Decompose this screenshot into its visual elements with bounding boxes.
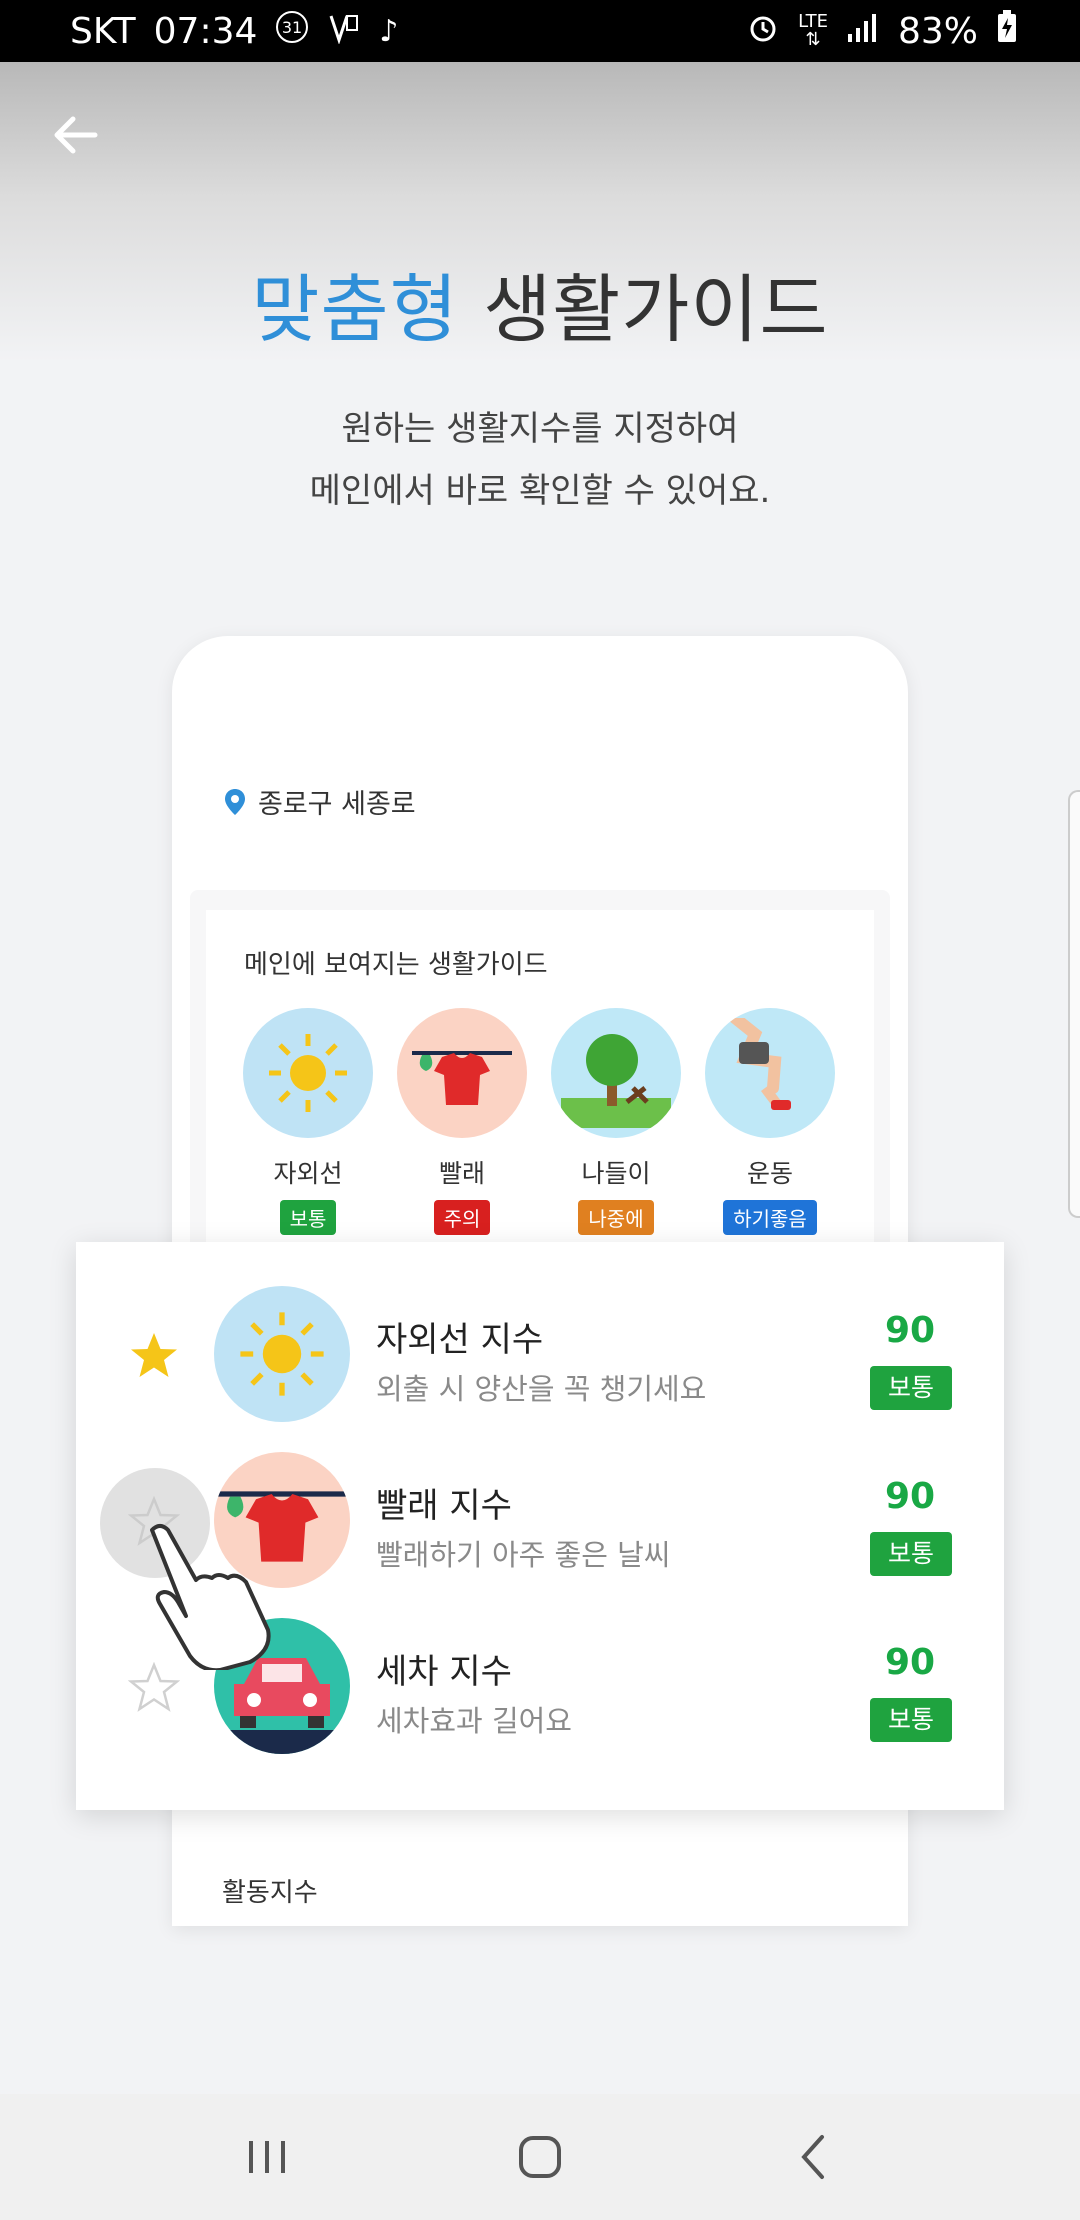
recent-apps-button[interactable] — [227, 2117, 307, 2197]
guide-item-label: 자외선 — [273, 1159, 343, 1188]
battery-charging-icon — [996, 10, 1018, 52]
system-navigation-bar — [0, 2094, 1080, 2220]
home-button[interactable] — [500, 2117, 580, 2197]
title-rest: 생활가이드 — [483, 267, 829, 353]
page-subtitle: 원하는 생활지수를 지정하여 메인에서 바로 확인할 수 있어요. — [0, 398, 1080, 522]
chevron-left-icon — [801, 2135, 825, 2179]
location-label: 종로구 세종로 — [258, 789, 416, 820]
activity-section-label: 활동지수 — [222, 1878, 318, 1908]
guide-panel-title: 메인에 보여지는 생활가이드 — [244, 950, 548, 980]
carrier-label: SKT — [70, 10, 136, 52]
list-item-title: 자외선 지수 — [376, 1320, 544, 1360]
status-badge: 보통 — [870, 1366, 952, 1410]
list-item-description: 외출 시 양산을 꼭 챙기세요 — [376, 1372, 707, 1406]
recent-apps-icon — [248, 2141, 285, 2173]
page-title: 맞춤형 생활가이드 — [0, 250, 1080, 357]
hand-pointer-icon — [150, 1524, 271, 1670]
location-pin-icon — [225, 788, 245, 815]
status-badge: 하기좋음 — [723, 1200, 817, 1235]
alarm-icon — [746, 10, 780, 52]
guide-item-label: 운동 — [746, 1159, 793, 1188]
list-item-description: 빨래하기 아주 좋은 날씨 — [376, 1538, 671, 1572]
list-item-title: 빨래 지수 — [376, 1486, 512, 1526]
index-score: 90 — [884, 1642, 936, 1683]
edge-panel-handle[interactable] — [1068, 790, 1080, 1218]
sun-icon — [243, 1008, 373, 1138]
status-badge: 보통 — [870, 1698, 952, 1742]
index-score: 90 — [884, 1476, 936, 1517]
status-badge: 나중에 — [578, 1200, 654, 1235]
location-row: 종로구 세종로 — [224, 782, 416, 821]
list-item-uv[interactable]: 자외선 지수 외출 시 양산을 꼭 챙기세요 90 보통 — [76, 1272, 1004, 1438]
index-score: 90 — [884, 1310, 936, 1351]
status-badge: 보통 — [279, 1200, 337, 1235]
guide-item-uv[interactable]: 자외선 보통 — [238, 1008, 378, 1235]
calendar-icon: 31 — [275, 10, 309, 52]
list-item-description: 세차효과 길어요 — [376, 1704, 572, 1738]
guide-item-exercise[interactable]: 운동 하기좋음 — [700, 1008, 840, 1235]
status-bar: SKT 07:34 31 ♪ LTE ⇅ 83% — [0, 0, 1080, 62]
running-icon — [705, 1008, 835, 1138]
subtitle-line-1: 원하는 생활지수를 지정하여 — [341, 409, 739, 449]
clock: 07:34 — [153, 10, 258, 52]
notification-icon — [327, 10, 361, 52]
svg-text:31: 31 — [282, 18, 302, 37]
guide-item-label: 빨래 — [438, 1159, 485, 1188]
sun-icon — [214, 1286, 350, 1422]
laundry-icon — [397, 1008, 527, 1138]
guide-item-laundry[interactable]: 빨래 주의 — [392, 1008, 532, 1235]
title-accent: 맞춤형 — [251, 267, 459, 353]
status-badge: 주의 — [433, 1200, 491, 1235]
music-note-icon: ♪ — [379, 13, 399, 49]
signal-icon — [846, 12, 880, 50]
nav-back-button[interactable] — [773, 2117, 853, 2197]
guide-item-label: 나들이 — [581, 1159, 651, 1188]
back-button[interactable] — [44, 104, 106, 166]
battery-percent: 83% — [897, 10, 978, 52]
star-filled-icon[interactable] — [128, 1330, 180, 1382]
guide-item-outing[interactable]: 나들이 나중에 — [546, 1008, 686, 1235]
list-item-title: 세차 지수 — [376, 1652, 512, 1692]
status-badge: 보통 — [870, 1532, 952, 1576]
arrow-left-icon — [54, 116, 98, 154]
lte-indicator: LTE ⇅ — [798, 11, 828, 50]
subtitle-line-2: 메인에서 바로 확인할 수 있어요. — [309, 471, 771, 511]
home-icon — [518, 2136, 561, 2178]
tree-icon — [551, 1008, 681, 1138]
